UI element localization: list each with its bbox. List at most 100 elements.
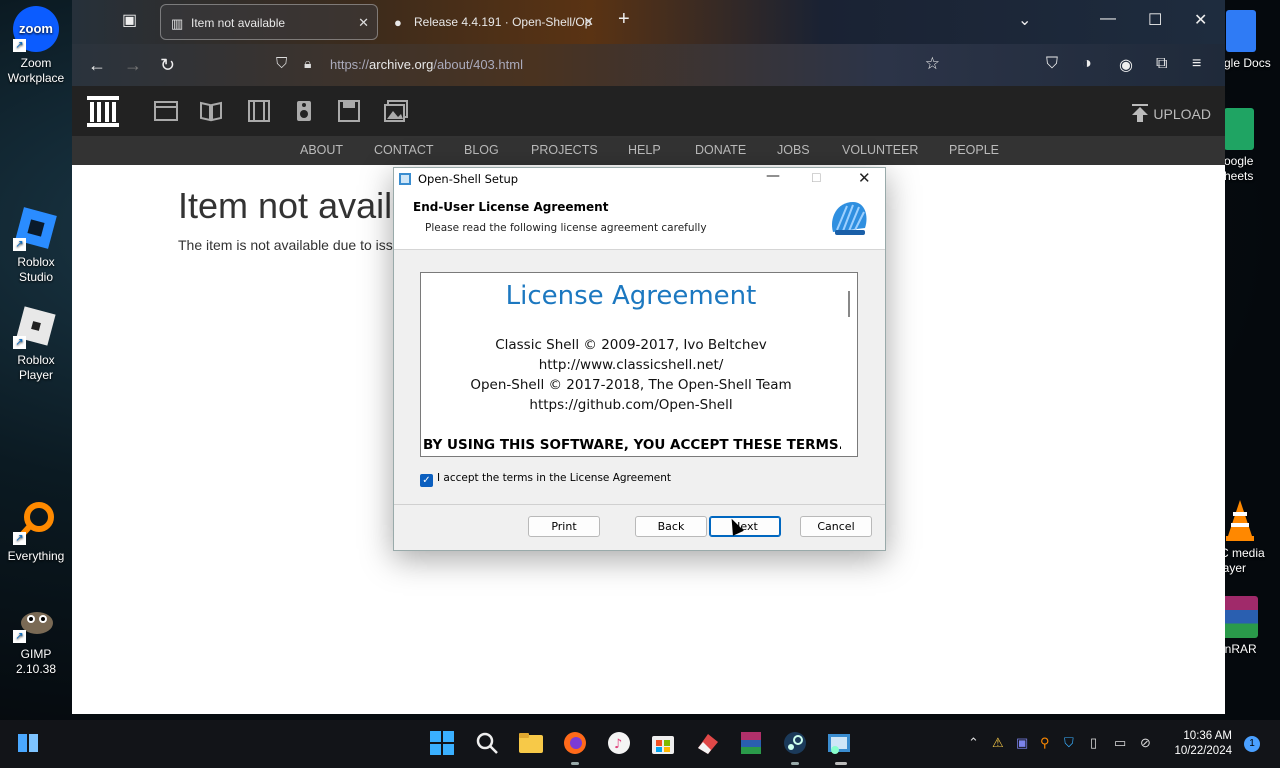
audio-speaker-icon[interactable] [292,100,316,122]
winrar-taskbar-icon[interactable] [738,730,764,756]
eraser-app-icon[interactable] [694,730,720,756]
license-scrollbar[interactable] [841,273,857,456]
tab-list-chevron-icon[interactable]: ⌄ [1018,10,1031,30]
bookmark-star-icon[interactable]: ☆ [925,54,940,74]
tab-item-not-available[interactable]: ▥ Item not available ✕ [160,4,378,40]
desktop-icon-label: Roblox [17,255,55,269]
dialog-header-title: End-User License Agreement [413,200,609,214]
desktop-icon-everything[interactable]: ↗ Everything [0,499,72,564]
file-explorer-icon[interactable] [518,730,544,756]
web-icon[interactable] [154,100,178,122]
back-button[interactable]: Back [635,516,707,537]
license-heading: License Agreement [505,281,757,311]
dialog-close-icon[interactable]: ✕ [858,169,871,187]
network-disconnected-icon[interactable]: ⊘ [1140,735,1151,751]
menu-volunteer[interactable]: VOLUNTEER [842,143,918,157]
warning-icon[interactable]: ⚠ [992,735,1004,751]
print-button[interactable]: Print [528,516,600,537]
extensions-puzzle-icon[interactable]: ⧉ [1156,55,1167,73]
dialog-separator [394,504,885,505]
menu-people[interactable]: PEOPLE [949,143,999,157]
texts-book-icon[interactable] [199,100,223,122]
display-icon[interactable]: ▭ [1114,735,1126,751]
license-terms-bold: BY USING THIS SOFTWARE, YOU ACCEPT THESE… [423,437,858,453]
license-text-area[interactable]: License Agreement Classic Shell © 2009-2… [420,272,858,457]
microsoft-store-icon[interactable] [650,730,676,756]
menu-help[interactable]: HELP [628,143,661,157]
firefox-icon[interactable] [562,730,588,756]
video-film-icon[interactable] [247,100,271,122]
active-app-indicator [571,762,579,765]
license-line: https://github.com/Open-Shell [529,397,733,413]
setup-dialog: Open-Shell Setup — ☐ ✕ End-User License … [393,167,886,551]
account-icon[interactable]: ◉ [1119,55,1133,75]
upload-button[interactable]: UPLOAD [1131,104,1211,122]
setup-taskbar-icon[interactable] [826,730,852,756]
close-window-icon[interactable]: ✕ [1194,10,1207,30]
teams-icon[interactable]: ▣ [1016,735,1028,751]
tab-title: Release 4.4.191 · Open-Shell/Op [414,15,592,29]
shortcut-arrow-icon: ↗ [13,39,26,52]
pocket-icon[interactable]: ⛉ [1046,55,1058,73]
next-button[interactable]: Next [709,516,781,537]
back-arrow-icon[interactable]: ← [88,55,106,76]
nav-bar: ← → ↻ ⛉ 🔒︎ https://archive.org/about/403… [72,44,1225,86]
url-bar[interactable]: ⛉ 🔒︎ https://archive.org/about/403.html … [272,50,962,80]
tracking-shield-icon[interactable]: ⛉ [276,55,287,72]
accept-terms-row[interactable]: ✓ I accept the terms in the License Agree… [420,472,671,487]
desktop-icon-zoom[interactable]: zoom ↗ Zoom Workplace [0,6,72,86]
close-tab-icon[interactable]: ✕ [358,15,369,31]
license-line: http://www.classicshell.net/ [538,357,724,373]
steam-icon[interactable] [782,730,808,756]
menu-hamburger-icon[interactable]: ≡ [1192,55,1201,73]
menu-contact[interactable]: CONTACT [374,143,434,157]
desktop-icon-roblox-studio[interactable]: ↗ Roblox Studio [0,205,72,285]
cancel-button[interactable]: Cancel [800,516,872,537]
windows-start-icon[interactable] [429,730,455,756]
archive-header: UPLOAD [72,86,1225,136]
dialog-header: End-User License Agreement Please read t… [394,190,885,250]
clock[interactable]: 10:36 AM 10/22/2024 [1174,729,1232,759]
roblox-studio-icon: ↗ [13,205,59,251]
close-tab-icon[interactable]: ✕ [583,14,594,30]
new-tab-icon[interactable]: + [618,8,630,31]
images-icon[interactable] [384,100,408,122]
tab-overview-icon[interactable]: ▣ [122,10,137,30]
accept-terms-checkbox[interactable]: ✓ [420,474,433,487]
taskbar: ♪ ⌃ ⚠ ▣ ⚲ ⛉ ▯ ▭ ⊘ 10:36 AM 10/22/2024 1 [0,720,1280,768]
gimp-icon: ↗ [13,597,59,643]
menu-blog[interactable]: BLOG [464,143,499,157]
menu-jobs[interactable]: JOBS [777,143,810,157]
software-floppy-icon[interactable] [337,100,361,122]
dialog-maximize-icon: ☐ [811,171,822,185]
lock-icon[interactable]: 🔒︎ [304,55,311,72]
tab-open-shell-release[interactable]: ● Release 4.4.191 · Open-Shell/Op ✕ [384,4,602,40]
copilot-widget-icon[interactable] [16,731,40,755]
usb-device-icon[interactable]: ▯ [1090,735,1097,751]
svg-text:♪: ♪ [614,737,622,752]
search-icon[interactable] [474,730,500,756]
url-text[interactable]: https://archive.org/about/403.html [330,57,523,72]
maximize-icon[interactable]: ☐ [1148,10,1162,30]
menu-about[interactable]: ABOUT [300,143,343,157]
itunes-icon[interactable]: ♪ [606,730,632,756]
scrollbar-thumb[interactable] [848,291,850,317]
menu-projects[interactable]: PROJECTS [531,143,598,157]
notification-badge[interactable]: 1 [1244,736,1260,752]
dialog-titlebar[interactable]: Open-Shell Setup — ☐ ✕ [394,168,885,190]
vlc-icon [1224,498,1256,542]
tray-overflow-chevron-icon[interactable]: ⌃ [968,735,979,751]
reload-icon[interactable]: ↻ [160,55,175,76]
shortcut-arrow-icon: ↗ [13,532,26,545]
security-shield-icon[interactable]: ⛉ [1064,735,1074,751]
forward-arrow-icon[interactable]: → [124,55,142,76]
extension-circle-icon[interactable]: ◑ [1082,55,1092,73]
desktop-icon-roblox-player[interactable]: ↗ Roblox Player [0,303,72,383]
minimize-icon[interactable]: — [1100,10,1116,28]
desktop-icon-gimp[interactable]: ↗ GIMP 2.10.38 [0,597,72,677]
dialog-minimize-icon[interactable]: — [766,168,780,184]
archive-logo-icon[interactable] [86,94,120,128]
menu-donate[interactable]: DONATE [695,143,746,157]
everything-tray-icon[interactable]: ⚲ [1040,735,1050,751]
desktop-icon-label: Everything [7,549,65,563]
